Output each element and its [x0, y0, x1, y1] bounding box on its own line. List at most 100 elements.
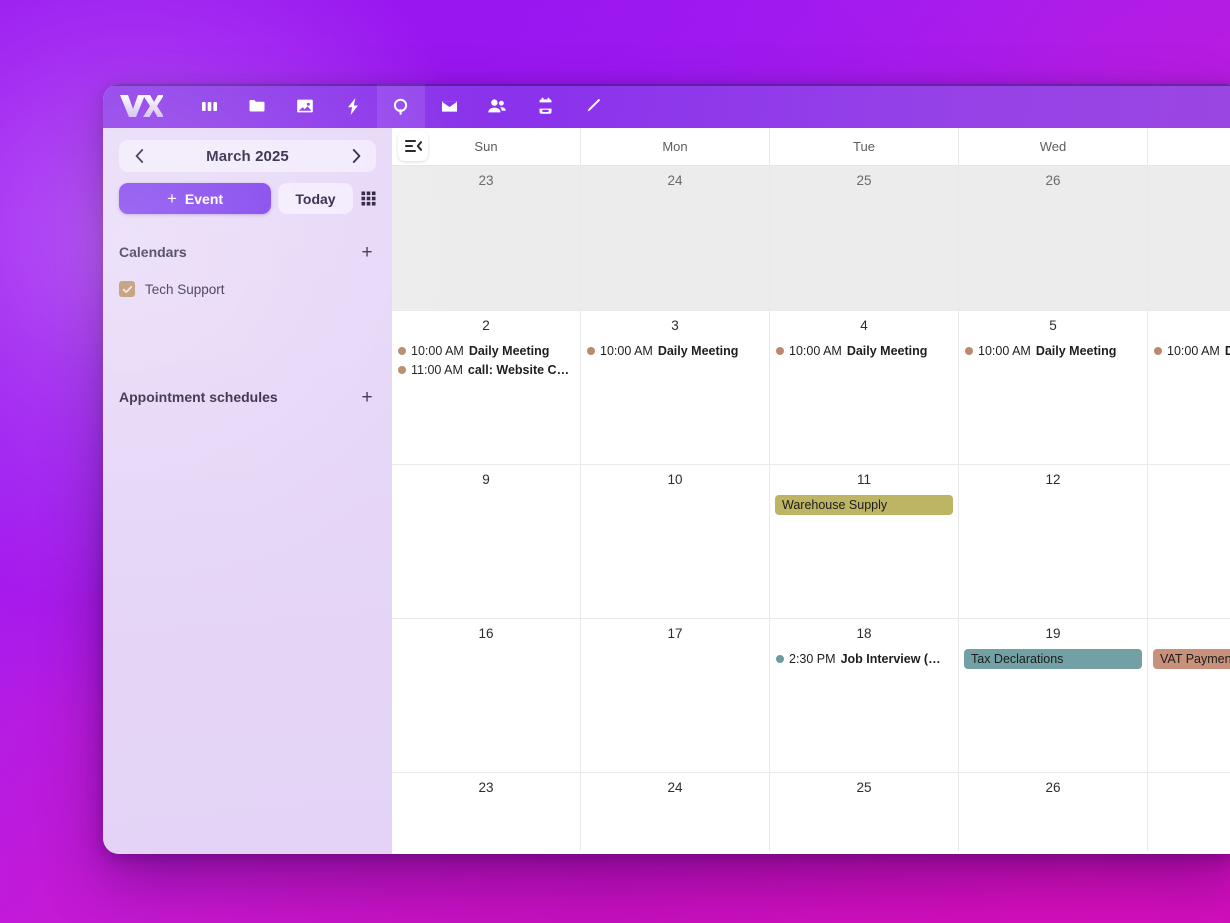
event-title: Daily Meeting — [846, 343, 928, 358]
day-number: 12 — [1045, 472, 1061, 487]
calendar-event-timed[interactable]: 10:00 AM Daily Meeting — [770, 341, 958, 360]
day-number: 6 — [1148, 318, 1230, 334]
day-number: 26 — [1045, 780, 1061, 795]
calendar-event-block[interactable]: VAT Payment — [1153, 649, 1230, 669]
event-time: 10:00 AM — [411, 343, 464, 358]
add-appointment-schedule-button[interactable]: + — [358, 388, 376, 407]
calendars-section-header: Calendars + — [119, 243, 376, 262]
next-month-button[interactable] — [345, 145, 367, 167]
day-number: 17 — [667, 626, 683, 641]
calendar-day-cell[interactable]: 9 — [392, 465, 581, 618]
calendar-event-timed[interactable]: 11:00 AM call: Website C… — [392, 360, 580, 379]
image-icon[interactable] — [281, 84, 329, 128]
search-icon[interactable] — [377, 84, 425, 128]
calendar-day-cell[interactable]: 2 10:00 AM Daily Meeting 11:00 AM call: Webs… — [392, 311, 581, 464]
day-number: 2 — [482, 318, 490, 333]
calendar-day-cell[interactable]: 25 — [770, 773, 959, 851]
calendar-day-cell[interactable]: 13 — [1148, 465, 1230, 618]
calendar-day-cell[interactable]: 19 Tax Declarations — [959, 619, 1148, 772]
calendar-event-timed[interactable]: 10:00 AM Daily Meeting — [581, 341, 769, 360]
day-number: 3 — [671, 318, 679, 333]
calendar-day-cell[interactable]: 17 — [581, 619, 770, 772]
calendar-day-cell[interactable]: 27 — [1148, 166, 1230, 310]
calendar-event-block[interactable]: Tax Declarations — [964, 649, 1142, 669]
columns-icon[interactable] — [185, 84, 233, 128]
calendar-list: Tech Support — [119, 278, 376, 300]
appointment-schedules-title: Appointment schedules — [119, 389, 278, 405]
pencil-icon[interactable] — [569, 84, 617, 128]
weekday-header-cell: Tue — [770, 128, 959, 165]
calendar-grid: 23 24 25 26 27 2 10:00 AM Daily Meeting 11:00 AM… — [392, 166, 1230, 854]
plus-icon: + — [166, 188, 177, 208]
calendar-event-timed[interactable]: 10:00 AM Daily Meeting — [1148, 341, 1230, 360]
calendar-day-cell[interactable]: 25 — [770, 166, 959, 310]
previous-month-button[interactable] — [128, 145, 150, 167]
calendar-day-cell[interactable]: 26 — [959, 166, 1148, 310]
app-window: March 2025 + Event Today Calendars + Tec… — [103, 84, 1230, 854]
calendar-day-cell[interactable]: 4 10:00 AM Daily Meeting — [770, 311, 959, 464]
lightning-icon[interactable] — [329, 84, 377, 128]
add-event-button[interactable]: + Event — [119, 183, 271, 214]
calendar-day-cell[interactable]: 24 — [581, 166, 770, 310]
calendar-day-cell[interactable]: 27 — [1148, 773, 1230, 851]
day-number: 9 — [482, 472, 490, 487]
calendar-day-cell[interactable]: 20 VAT Payment — [1148, 619, 1230, 772]
calendar-week-row: 23 24 25 26 27 — [392, 166, 1230, 311]
calendar-day-cell[interactable]: 16 — [392, 619, 581, 772]
today-button[interactable]: Today — [278, 183, 353, 214]
calendar-day-cell[interactable]: 26 — [959, 773, 1148, 851]
day-number: 4 — [860, 318, 868, 333]
calendar-name: Tech Support — [145, 281, 225, 297]
calendar-event-timed[interactable]: 10:00 AM Daily Meeting — [392, 341, 580, 360]
calendar-week-row: 16 17 18 2:30 PM Job Interview (… 19 Tax Decla… — [392, 619, 1230, 773]
calendar-day-cell[interactable]: 6 10:00 AM Daily Meeting — [1148, 311, 1230, 464]
day-number: 13 — [1148, 472, 1230, 488]
event-color-dot-icon — [587, 346, 595, 355]
calendar-checkbox[interactable] — [119, 281, 135, 297]
weekday-header-cell: Wed — [959, 128, 1148, 165]
event-color-dot-icon — [398, 365, 406, 374]
calendar-day-cell[interactable]: 24 — [581, 773, 770, 851]
event-time: 10:00 AM — [600, 343, 653, 358]
calendar-day-cell[interactable]: 11 Warehouse Supply — [770, 465, 959, 618]
calendar-week-row: 2 10:00 AM Daily Meeting 11:00 AM call: Webs… — [392, 311, 1230, 465]
calendar-day-cell[interactable]: 23 — [392, 166, 581, 310]
calendar-event-timed[interactable]: 2:30 PM Job Interview (… — [770, 649, 958, 668]
calendar-day-cell[interactable]: 18 2:30 PM Job Interview (… — [770, 619, 959, 772]
day-number: 18 — [856, 626, 872, 641]
calendar-event-block[interactable]: Warehouse Supply — [775, 495, 953, 515]
calendar-day-cell[interactable]: 5 10:00 AM Daily Meeting — [959, 311, 1148, 464]
calendar-day-cell[interactable]: 3 10:00 AM Daily Meeting — [581, 311, 770, 464]
event-time: 2:30 PM — [789, 651, 836, 666]
event-title: Warehouse Supply — [782, 498, 888, 512]
app-logo[interactable] — [115, 91, 167, 121]
calendar-icon[interactable] — [521, 84, 569, 128]
app-body: March 2025 + Event Today Calendars + Tec… — [103, 128, 1230, 854]
event-color-dot-icon — [776, 654, 784, 663]
calendars-title: Calendars — [119, 244, 187, 260]
weekday-header-cell: Mon — [581, 128, 770, 165]
event-title: Daily Meeting — [1035, 343, 1117, 358]
mail-icon[interactable] — [425, 84, 473, 128]
calendar-day-cell[interactable]: 12 — [959, 465, 1148, 618]
top-toolbar — [103, 84, 1230, 128]
calendar-day-cell[interactable]: 23 — [392, 773, 581, 851]
day-number: 23 — [478, 780, 494, 795]
collapse-sidebar-icon[interactable] — [398, 131, 428, 161]
weekday-label: Wed — [1039, 139, 1067, 154]
calendar-event-timed[interactable]: 10:00 AM Daily Meeting — [959, 341, 1147, 360]
calendar-pane: Sun Mon Tue Wed Thu 23 24 25 26 27 2 10:00 AM Daily… — [392, 128, 1230, 854]
contacts-icon[interactable] — [473, 84, 521, 128]
weekday-label: Sun — [474, 139, 498, 154]
calendar-week-row: 9 10 11 Warehouse Supply 12 13 — [392, 465, 1230, 619]
event-color-dot-icon — [398, 346, 406, 355]
calendar-list-item[interactable]: Tech Support — [119, 278, 376, 300]
grid-view-icon[interactable] — [360, 183, 376, 214]
add-calendar-button[interactable]: + — [358, 243, 376, 262]
appointment-schedules-section-header: Appointment schedules + — [119, 388, 376, 407]
folder-icon[interactable] — [233, 84, 281, 128]
calendar-day-cell[interactable]: 10 — [581, 465, 770, 618]
weekday-label: Mon — [662, 139, 688, 154]
event-time: 10:00 AM — [1167, 343, 1220, 358]
weekday-header: Sun Mon Tue Wed Thu — [392, 128, 1230, 166]
